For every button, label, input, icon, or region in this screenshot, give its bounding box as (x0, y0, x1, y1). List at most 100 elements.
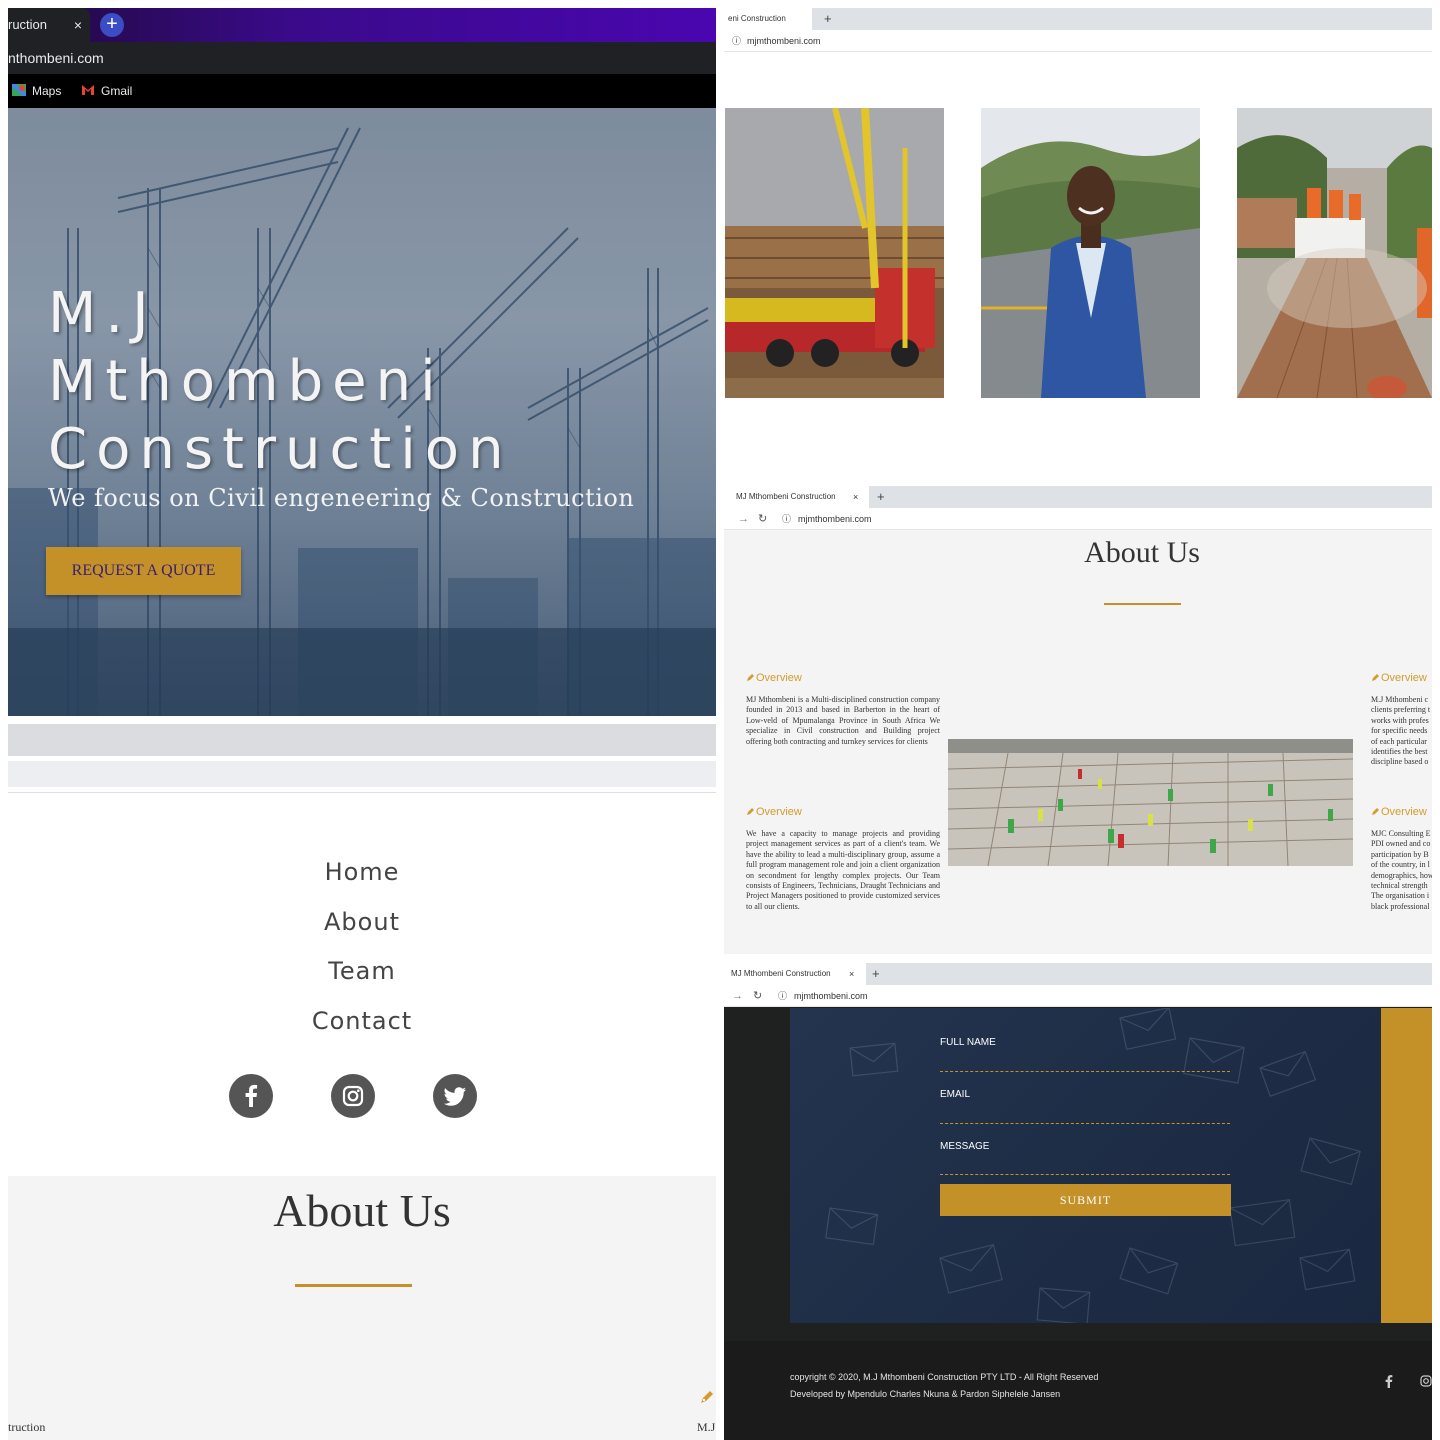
truncated-text: M.J (697, 1420, 716, 1434)
text-line: of each particular (1371, 736, 1427, 746)
overview-label: Overview (1381, 672, 1427, 684)
browser-tab[interactable]: MJ Mthombeni Construction (724, 486, 869, 508)
developer-credit: Developed by Mpendulo Charles Nkuna & Pa… (790, 1389, 1061, 1399)
browser-tab-bar: MJ Mthombeni Construction × + (724, 963, 1432, 985)
text-line: identifies the best (1371, 747, 1428, 757)
text-line: black professional (1371, 901, 1430, 911)
tab-title: eni Construction (728, 14, 786, 23)
mobile-nav-screenshot: Home About Team Contact About Us tructio… (8, 724, 716, 1440)
bookmarks-bar: Maps Gmail (8, 74, 716, 108)
site-footer: copyright © 2020, M.J Mthombeni Construc… (724, 1341, 1432, 1440)
bookmark-maps[interactable]: Maps (12, 74, 61, 108)
facebook-icon[interactable] (1385, 1375, 1393, 1391)
overview-heading: Overview (746, 672, 802, 684)
gold-side-panel (1381, 1008, 1432, 1323)
browser-tab-bar: MJ Mthombeni Construction × + (724, 486, 1432, 508)
address-bar[interactable]: ⓘ mjmthombeni.com (724, 30, 1432, 52)
url-text: nthombeni.com (8, 50, 104, 66)
overview-heading: Overview (1371, 806, 1427, 818)
facebook-icon[interactable] (229, 1074, 273, 1118)
text-line: MJC Consulting E (1371, 829, 1431, 838)
overview-paragraph-truncated: MJC Consulting E PDI owned and co partic… (1371, 829, 1432, 912)
info-icon: ⓘ (778, 991, 788, 1001)
close-icon[interactable]: × (853, 486, 858, 508)
new-tab-button[interactable]: + (877, 486, 885, 508)
close-icon[interactable]: × (849, 963, 854, 985)
text-line: of the country, in l (1371, 860, 1430, 870)
tab-title: ruction (8, 17, 48, 32)
bookmark-label: Maps (32, 84, 62, 98)
text-line: The organisation i (1371, 891, 1430, 901)
photos-screenshot: eni Construction + ⓘ mjmthombeni.com (724, 8, 1432, 476)
nav-item-contact[interactable]: Contact (8, 1001, 716, 1051)
twitter-icon[interactable] (433, 1074, 477, 1118)
hero-subtitle: We focus on Civil engeneering & Construc… (48, 484, 635, 512)
photo-team-member (981, 108, 1200, 398)
overview-label: Overview (1381, 806, 1427, 818)
hero-title-line-2: Mthombeni (48, 349, 445, 414)
browser-tab[interactable]: ruction × (8, 8, 90, 42)
nav-item-home[interactable]: Home (8, 852, 716, 902)
overview-heading: Overview (746, 806, 802, 818)
pen-icon (701, 1391, 713, 1403)
browser-tab-bar: eni Construction + (724, 8, 1432, 30)
pen-icon (1372, 808, 1379, 815)
text-line: M.J Mthombeni c (1371, 695, 1429, 704)
forward-icon[interactable]: → (738, 508, 749, 530)
nav-item-team[interactable]: Team (8, 951, 716, 1001)
reload-icon[interactable]: ↻ (753, 985, 762, 1007)
about-desktop-screenshot: MJ Mthombeni Construction × + → ↻ ⓘ mjmt… (724, 486, 1432, 954)
message-field[interactable] (940, 1174, 1230, 1175)
envelope-pattern (825, 1008, 1361, 1323)
bookmark-gmail[interactable]: Gmail (81, 74, 132, 108)
text-line: participation by B (1371, 849, 1429, 859)
photo-concrete-pump (725, 108, 944, 398)
nav-item-about[interactable]: About (8, 902, 716, 952)
info-icon: ⓘ (732, 36, 742, 46)
contact-form (790, 1008, 1382, 1323)
reload-icon[interactable]: ↻ (758, 508, 767, 530)
photo-road-works (1237, 108, 1432, 398)
browser-tab[interactable]: MJ Mthombeni Construction (724, 963, 866, 985)
browser-tab-bar (8, 724, 716, 756)
hero-screenshot: ruction × + nthombeni.com Maps Gmail M.J… (8, 8, 716, 716)
email-field[interactable] (940, 1123, 1230, 1124)
construction-site-photo (948, 739, 1353, 866)
maps-icon (12, 84, 26, 96)
overview-label: Overview (756, 806, 802, 818)
about-section: About Us truction M.J (8, 1176, 716, 1440)
gmail-icon (82, 85, 94, 95)
browser-tab-bar: ruction × + (8, 8, 716, 42)
overview-paragraph-truncated: M.J Mthombeni c clients preferring t wor… (1371, 695, 1432, 768)
request-quote-button[interactable]: REQUEST A QUOTE (46, 547, 241, 595)
text-line: demographics, how (1371, 870, 1432, 880)
text-line: works with profes (1371, 715, 1429, 725)
browser-tab[interactable]: eni Construction (724, 8, 812, 30)
url-text: mjmthombeni.com (747, 36, 821, 46)
pen-icon (747, 808, 754, 815)
hero-title-line-3: Construction (48, 417, 513, 482)
forward-icon[interactable]: → (732, 985, 743, 1007)
close-icon[interactable]: × (74, 8, 82, 42)
address-bar[interactable]: nthombeni.com (8, 42, 716, 74)
new-tab-button[interactable]: + (872, 963, 880, 985)
overview-paragraph: We have a capacity to manage projects an… (746, 829, 940, 911)
contact-screenshot: MJ Mthombeni Construction × + → ↻ ⓘ mjmt… (724, 963, 1432, 1440)
address-bar[interactable]: → ↻ ⓘ mjmthombeni.com (724, 508, 1432, 530)
new-tab-button[interactable]: + (100, 13, 124, 37)
about-title: About Us (1084, 536, 1200, 569)
new-tab-button[interactable]: + (824, 8, 832, 30)
email-label: EMAIL (940, 1089, 971, 1100)
bookmark-label: Gmail (101, 84, 133, 98)
info-icon: ⓘ (782, 514, 792, 524)
instagram-icon[interactable] (1420, 1375, 1432, 1390)
address-bar[interactable]: → ↻ ⓘ mjmthombeni.com (724, 985, 1432, 1007)
overview-heading: Overview (1371, 672, 1427, 684)
submit-button[interactable]: SUBMIT (940, 1184, 1231, 1216)
full-name-field[interactable] (940, 1071, 1230, 1072)
full-name-label: FULL NAME (940, 1037, 996, 1048)
instagram-icon[interactable] (331, 1074, 375, 1118)
title-underline (1104, 603, 1181, 605)
tab-title: MJ Mthombeni Construction (731, 969, 831, 978)
pen-icon (747, 674, 754, 681)
